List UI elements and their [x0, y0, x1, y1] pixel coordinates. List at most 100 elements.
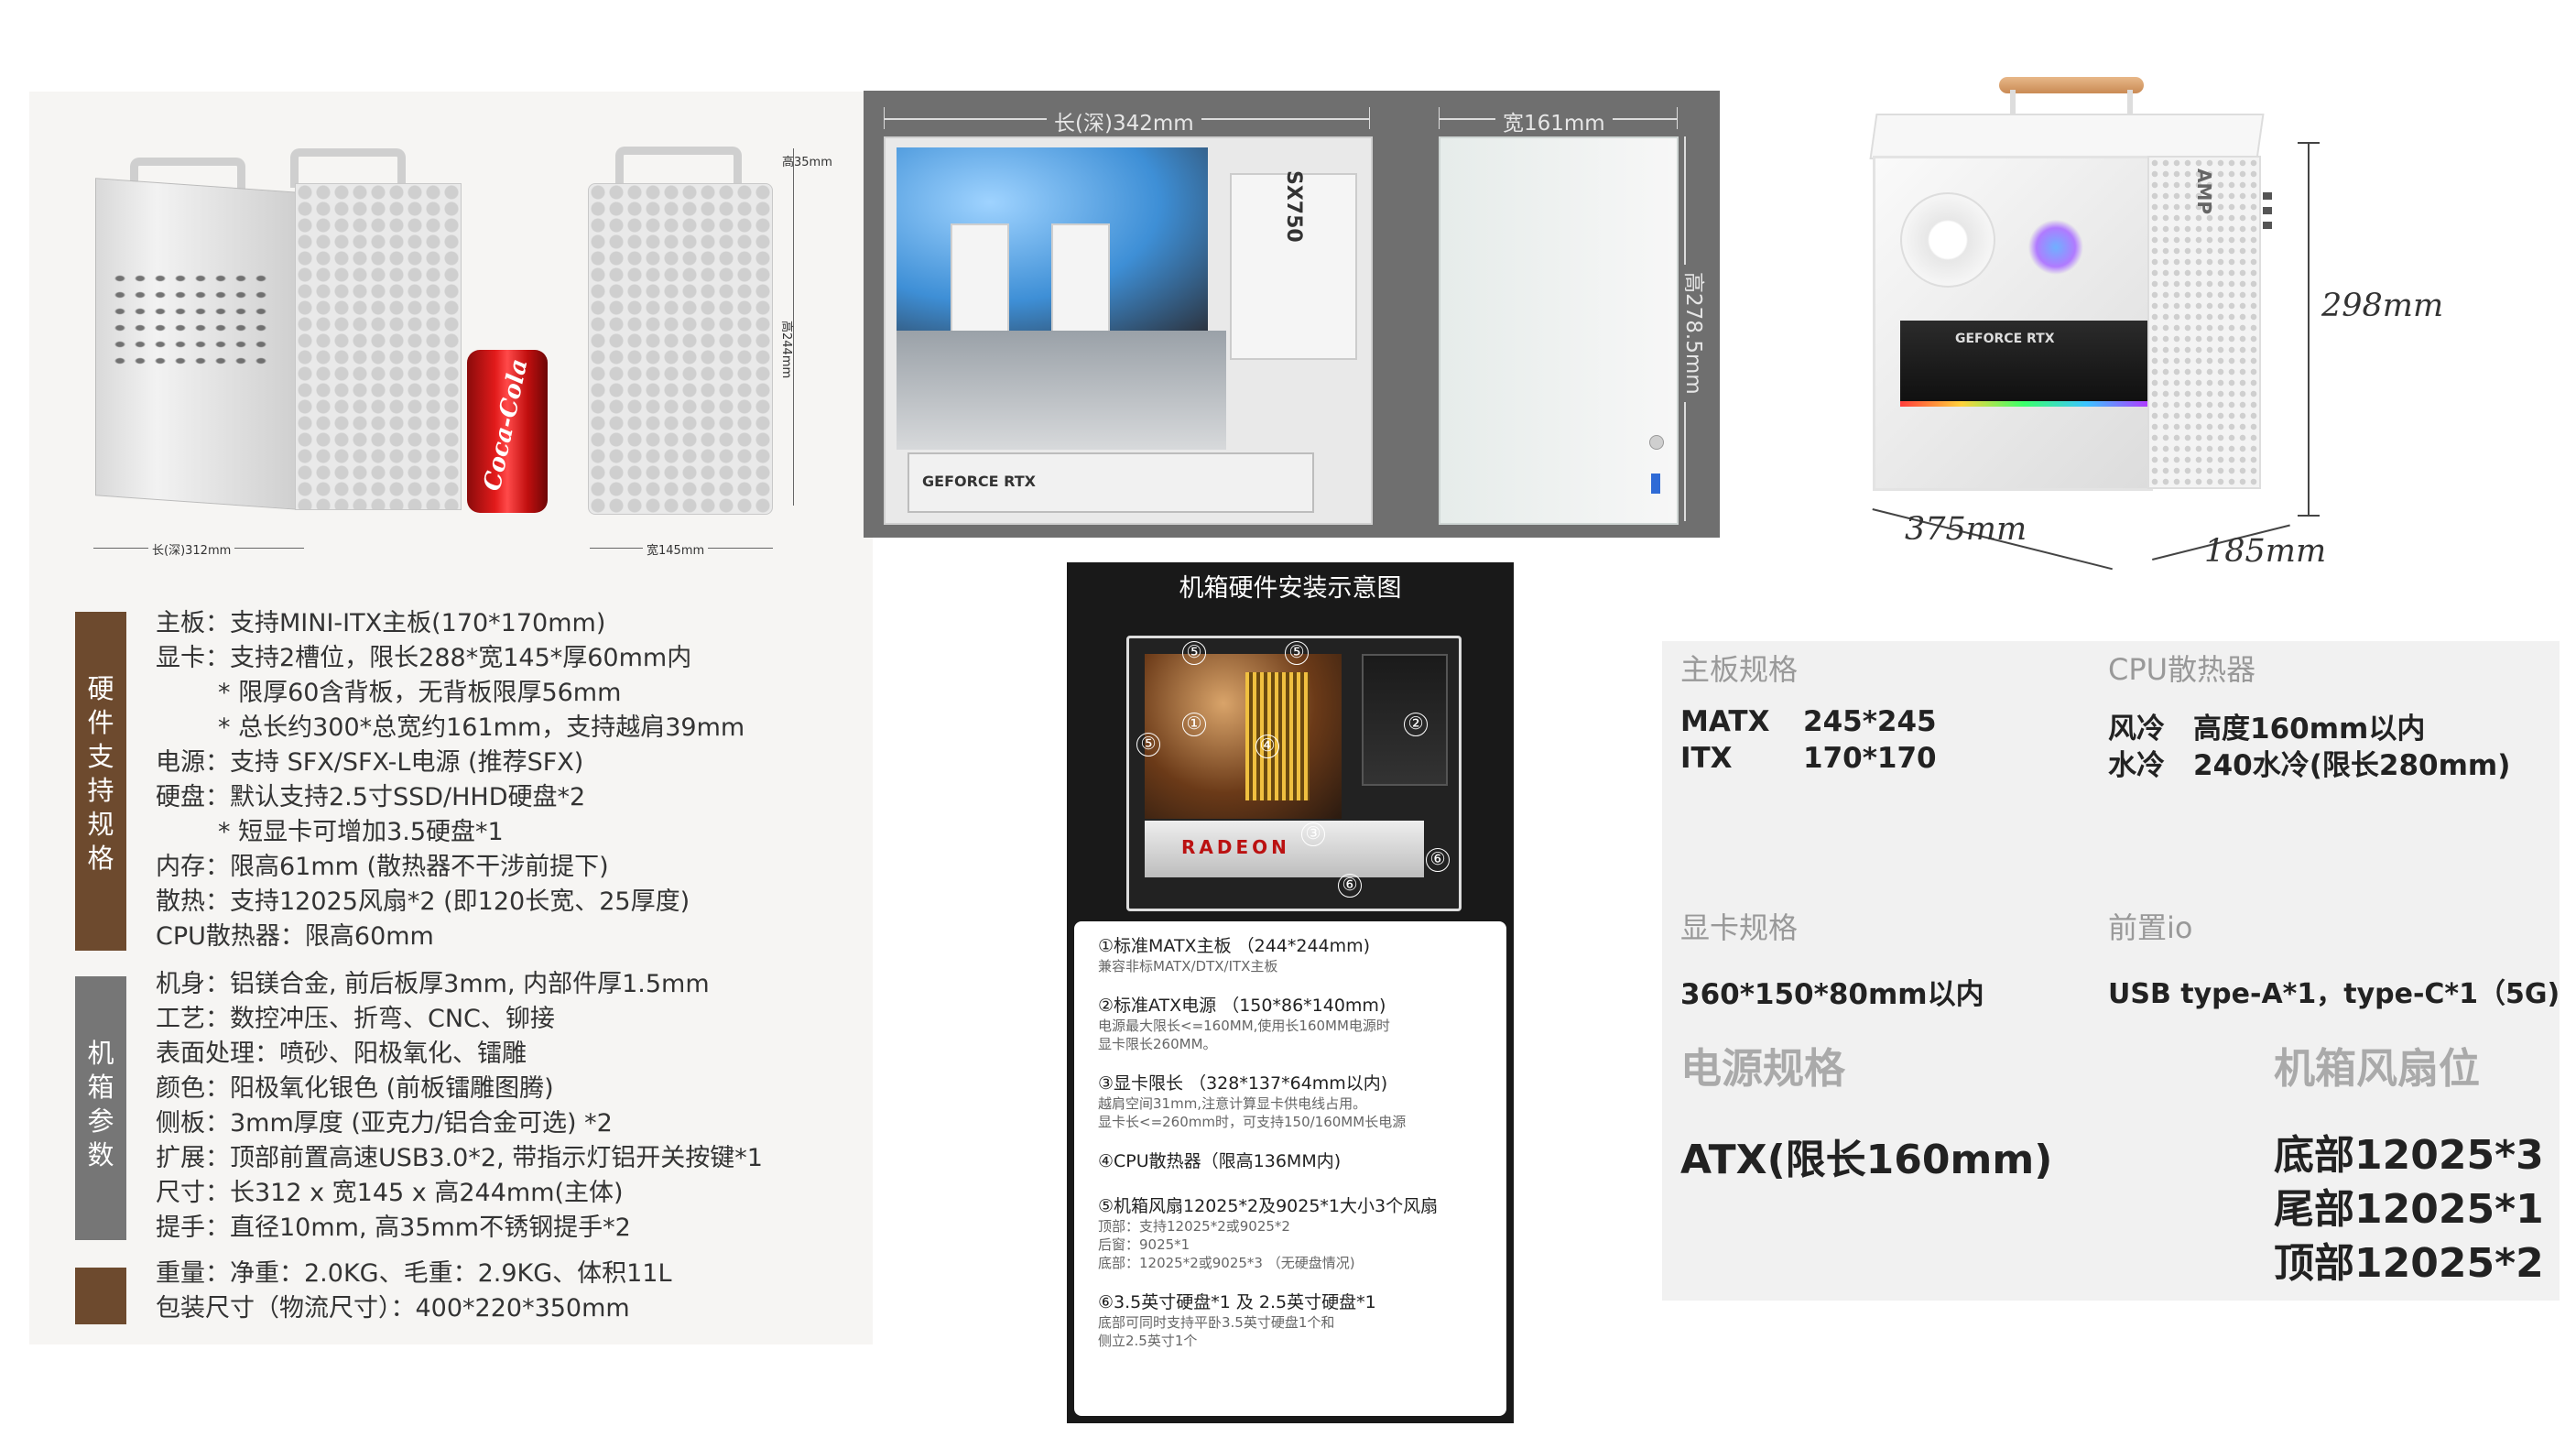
marker-4: ④ — [1255, 735, 1279, 758]
mb-row-label: MATX — [1680, 705, 1770, 738]
spec-line: 颜色：阳极氧化银色 (前板镭雕图腾) — [156, 1074, 554, 1103]
wood-handle — [1999, 77, 2144, 93]
gpu-label: GEFORCE RTX — [922, 473, 1037, 490]
hardware-support-sidebar: 硬 件 支 持 规 格 — [75, 612, 126, 951]
front-mesh-panel: AMP — [2147, 156, 2261, 489]
chassis-params-list: 机身：铝镁合金, 前后板厚3mm, 内部件厚1.5mm 工艺：数控冲压、折弯、C… — [156, 967, 763, 1246]
coca-cola-can: Coca-Cola — [467, 350, 548, 513]
note-head: ④CPU散热器（限高136MM内) — [1098, 1151, 1342, 1171]
cpu-row-value: 高度160mm以内 — [2193, 713, 2426, 746]
spec-line: 散热：支持12025风扇*2 (即120长宽、25厚度) — [156, 887, 690, 916]
dim-length: 长(深)342mm — [1047, 105, 1201, 136]
white-case-panel: GEFORCE RTX AMP 298mm 375mm 185mm — [1781, 46, 2541, 586]
spec-line: 重量：净重：2.0KG、毛重：2.9KG、体积11L — [156, 1259, 672, 1288]
spec-line: 内存：限高61mm (散热器不干涉前提下) — [156, 853, 609, 881]
weight-sidebar — [75, 1268, 126, 1324]
diagram-gpu: RADEON — [1145, 821, 1424, 877]
dim-height-top: 高35mm — [782, 156, 832, 169]
gpu-spec-value: 360*150*80mm以内 — [1680, 978, 1984, 1011]
usb-port — [1651, 474, 1660, 494]
spec-line: 侧板：3mm厚度 (亚克力/铝合金可选) *2 — [156, 1109, 613, 1138]
cpu-row-label: 风冷 — [2108, 713, 2165, 746]
diagram-notes: ①标准MATX主板 （244*244mm) 兼容非标MATX/DTX/ITX主板… — [1098, 932, 1438, 1350]
diagram-cpu-cooler — [1245, 672, 1310, 800]
note-sub: 顶部：支持12025*2或9025*2 — [1098, 1218, 1290, 1235]
front-buttons — [2263, 192, 2272, 229]
note-head: ②标准ATX电源 （150*86*140mm) — [1098, 996, 1386, 1016]
dim-height: 298mm — [2321, 288, 2444, 324]
marker-2: ② — [1404, 713, 1428, 736]
marker-5: ⑤ — [1285, 641, 1309, 665]
spec-line: 尺寸：长312 x 宽145 x 高244mm(主体) — [156, 1179, 624, 1207]
cooler-fan — [1900, 192, 1995, 288]
io-spec-title: 前置io — [2108, 910, 2193, 945]
note-sub: 越肩空间31mm,注意计算显卡供电线占用。 — [1098, 1095, 1367, 1112]
gpu-card: GEFORCE RTX — [1900, 321, 2147, 407]
psu-label: SX750 — [1282, 170, 1305, 243]
diagram-motherboard — [1145, 654, 1342, 819]
spec-line: 显卡：支持2槽位，限长288*宽145*厚60mm内 — [156, 644, 692, 672]
gpu-label: GEFORCE RTX — [1955, 332, 2055, 346]
spec-line: 提手：直径10mm, 高35mm不锈钢提手*2 — [156, 1214, 631, 1242]
mb-row-value: 170*170 — [1803, 742, 1937, 775]
cpu-row-label: 水冷 — [2108, 749, 2165, 782]
gpu-spec-title: 显卡规格 — [1680, 910, 1799, 945]
dim-width: 宽145mm — [643, 540, 709, 558]
fan-spec-title: 机箱风扇位 — [2274, 1044, 2481, 1093]
marker-5: ⑤ — [1136, 733, 1160, 757]
left-spec-panel: Coca-Cola 高35mm 高244mm 长(深)312mm 宽145mm … — [29, 92, 873, 1344]
front-case-panel — [588, 183, 773, 515]
chassis-params-sidebar: 机 箱 参 数 — [75, 976, 126, 1240]
spec-table-panel: 主板规格 MATX 245*245 ITX 170*170 CPU散热器 风冷 … — [1662, 641, 2560, 1301]
marker-1: ① — [1182, 713, 1206, 736]
spec-line: 工艺：数控冲压、折弯、CNC、铆接 — [156, 1005, 555, 1033]
spec-line: 硬盘：默认支持2.5寸SSD/HHD硬盘*2 — [156, 783, 586, 811]
case-handle-front — [290, 148, 406, 188]
mb-spec-title: 主板规格 — [1680, 652, 1799, 687]
note-sub: 显卡限长260MM。 — [1098, 1036, 1217, 1052]
mb-row-label: ITX — [1680, 742, 1733, 775]
spec-line: * 总长约300*总宽约161mm，支持越肩39mm — [218, 713, 745, 742]
dim-width: 185mm — [2204, 533, 2327, 570]
case-vent-pattern — [110, 270, 275, 371]
spec-line: * 限厚60含背板，无背板限厚56mm — [218, 679, 622, 707]
dark-photo-panel: 长(深)342mm 宽161mm SX750 GEFORCE RTX 高278.… — [864, 91, 1720, 538]
diagram-title: 机箱硬件安装示意图 — [1179, 574, 1402, 603]
case-front-grille — [295, 183, 462, 510]
psu-spec-title: 电源规格 — [1680, 1044, 1846, 1093]
install-diagram-panel: 机箱硬件安装示意图 RADEON ⑤ ⑤ ① ④ ② ⑤ ③ ⑥ ⑥ ①标准MA… — [1067, 562, 1514, 1423]
marker-5: ⑤ — [1182, 641, 1206, 665]
spec-line: 电源：支持 SFX/SFX-L电源 (推荐SFX) — [156, 748, 584, 777]
marker-6: ⑥ — [1426, 848, 1450, 872]
marker-6: ⑥ — [1338, 874, 1362, 898]
gpu-card: GEFORCE RTX — [908, 452, 1314, 513]
spec-line: 机身：铝镁合金, 前后板厚3mm, 内部件厚1.5mm — [156, 970, 710, 998]
dim-length: 375mm — [1905, 511, 2027, 548]
ram-stick — [1051, 223, 1110, 332]
note-sub: 兼容非标MATX/DTX/ITX主板 — [1098, 958, 1278, 974]
spec-line: 包装尺寸（物流尺寸）：400*220*350mm — [156, 1294, 630, 1323]
note-sub: 后窗：9025*1 — [1098, 1236, 1190, 1253]
aio-pump — [2028, 220, 2083, 275]
weight-list: 重量：净重：2.0KG、毛重：2.9KG、体积11L 包装尺寸（物流尺寸）：40… — [156, 1257, 672, 1326]
case-top — [1869, 114, 2265, 159]
radeon-label: RADEON — [1181, 836, 1290, 858]
power-button — [1649, 435, 1664, 450]
spec-line: 表面处理：喷砂、阳极氧化、镭雕 — [156, 1040, 527, 1068]
amp-label: AMP — [2193, 169, 2215, 215]
note-sub: 显卡长<=260mm时，可支持150/160MM长电源 — [1098, 1114, 1407, 1130]
dim-height-main: 高244mm — [779, 321, 793, 379]
psu-unit: SX750 — [1230, 170, 1357, 360]
note-sub: 侧立2.5英寸1个 — [1098, 1333, 1198, 1349]
cpu-row-value: 240水冷(限长280mm) — [2193, 749, 2511, 782]
can-logo-text: Coca-Cola — [478, 356, 534, 494]
note-head: ①标准MATX主板 （244*244mm) — [1098, 936, 1371, 956]
cpu-spec-title: CPU散热器 — [2108, 652, 2256, 687]
spec-line: 扩展：顶部前置高速USB3.0*2, 带指示灯铝开关按键*1 — [156, 1144, 763, 1172]
spec-line: 主板：支持MINI-ITX主板(170*170mm) — [156, 609, 606, 637]
note-head: ③显卡限长 （328*137*64mm以内) — [1098, 1073, 1388, 1094]
marker-3: ③ — [1301, 822, 1325, 846]
fan-spec-value: 顶部12025*2 — [2274, 1240, 2544, 1287]
dim-length-depth: 长(深)312mm — [148, 540, 235, 558]
note-sub: 底部：12025*2或9025*3 （无硬盘情况) — [1098, 1255, 1355, 1271]
